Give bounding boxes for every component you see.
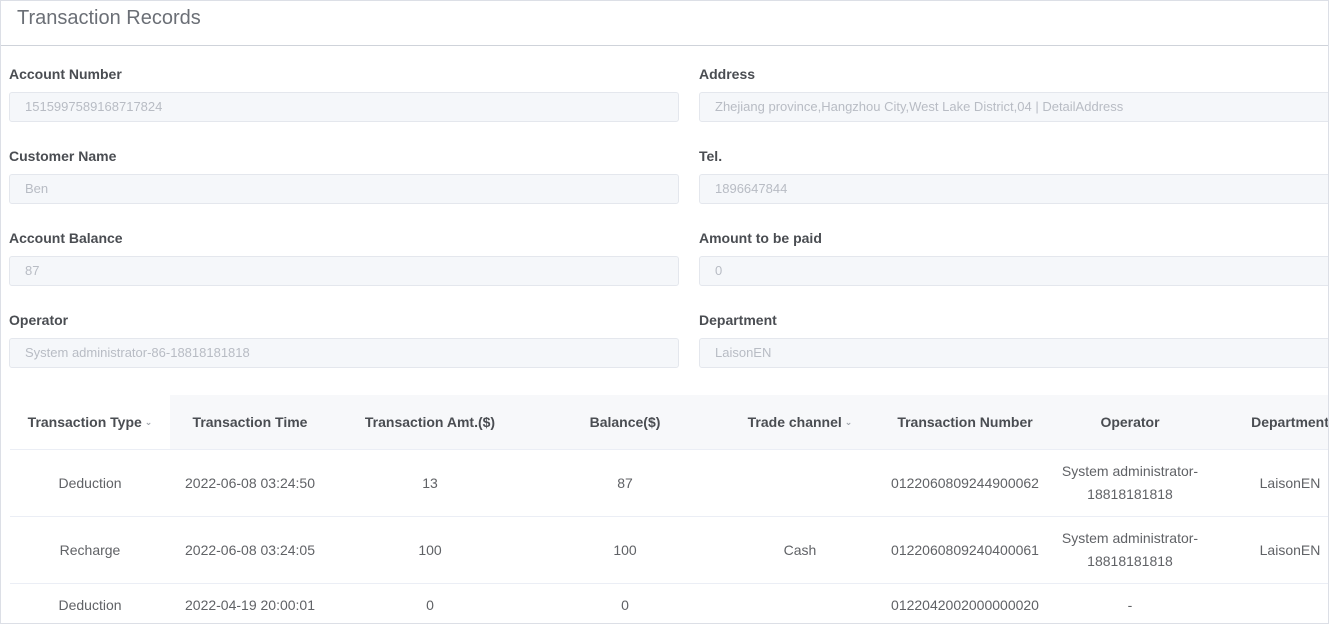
column-header-operator: Operator [1100,414,1160,430]
cell-transaction-type: Deduction [58,474,122,491]
account-balance-field[interactable]: 87 [9,256,679,286]
chevron-down-icon[interactable]: ⌄ [145,417,153,427]
cell-transaction-type: Recharge [59,541,121,558]
customer-name-label: Customer Name [9,148,117,164]
chevron-down-icon[interactable]: ⌄ [845,417,853,427]
column-header-trade-channel[interactable]: Trade channel ⌄ [720,395,880,449]
page-title: Transaction Records [17,7,201,29]
column-header-transaction-time: Transaction Time [192,414,308,430]
cell-transaction-time: 2022-06-08 03:24:50 [185,474,315,491]
cell-transaction-amount: 0 [426,597,434,613]
account-number-label: Account Number [9,66,122,82]
address-field[interactable]: Zhejiang province,Hangzhou City,West Lak… [699,92,1328,122]
department-label: Department [699,312,777,328]
operator-label: Operator [9,312,69,328]
form-row: Account Number 1515997589168717824 Addre… [9,46,1328,128]
form-row: Customer Name Ben Tel. 1896647844 [9,128,1328,210]
table-row[interactable]: Deduction 2022-06-08 03:24:50 13 87 0122… [10,450,1328,517]
cell-transaction-amount: 100 [418,541,442,558]
cell-transaction-type: Deduction [58,597,122,613]
account-number-field[interactable]: 1515997589168717824 [9,92,679,122]
cell-transaction-number: 0122042002000000020 [891,597,1039,613]
amount-to-be-paid-label: Amount to be paid [699,230,822,246]
account-balance-label: Account Balance [9,230,123,246]
tel-field[interactable]: 1896647844 [699,174,1328,204]
column-header-balance: Balance($) [589,414,661,430]
tel-label: Tel. [699,148,723,164]
transaction-table: Transaction Type ⌄ Transaction Time Trans… [10,395,1329,623]
operator-line: System administrator- [1061,463,1199,479]
cell-transaction-time: 2022-04-19 20:00:01 [185,597,315,613]
address-label: Address [699,66,756,82]
column-header-label: Trade channel [747,414,842,430]
form-row: Operator System administrator-86-1881818… [9,292,1328,374]
cell-operator: System administrator- 18818181818 [1050,450,1210,516]
cell-trade-channel [720,450,880,516]
transaction-records-panel: Transaction Records Account Number 15159… [0,0,1329,624]
cell-transaction-time: 2022-06-08 03:24:05 [185,541,315,558]
cell-balance: 0 [621,597,629,613]
account-info-form: Account Number 1515997589168717824 Addre… [9,46,1328,374]
cell-balance: 100 [613,541,637,558]
cell-transaction-amount: 13 [422,474,438,491]
operator-line: System administrator- [1061,530,1199,546]
column-header-label: Transaction Type [27,414,142,430]
cell-operator: System administrator- 18818181818 [1050,517,1210,583]
column-header-transaction-number: Transaction Number [897,414,1033,430]
table-row[interactable]: Recharge 2022-06-08 03:24:05 100 100 Cas… [10,517,1328,584]
operator-line: 18818181818 [1087,553,1173,569]
cell-department [1210,584,1328,623]
table-header: Transaction Type ⌄ Transaction Time Trans… [10,395,1329,450]
amount-to-be-paid-field[interactable]: 0 [699,256,1328,286]
operator-line: 18818181818 [1087,486,1173,502]
cell-trade-channel [720,584,880,623]
cell-department: LaisonEN [1259,541,1321,558]
form-row: Account Balance 87 Amount to be paid 0 [9,210,1328,292]
cell-trade-channel: Cash [783,541,817,558]
cell-balance: 87 [617,474,633,491]
customer-name-field[interactable]: Ben [9,174,679,204]
page-header: Transaction Records [1,1,1328,46]
table-row[interactable]: Deduction 2022-04-19 20:00:01 0 0 012204… [10,584,1328,623]
cell-transaction-number: 0122060809240400061 [891,541,1039,558]
column-header-department: Department [1251,414,1329,430]
cell-department: LaisonEN [1259,474,1321,491]
operator-field[interactable]: System administrator-86-18818181818 [9,338,679,368]
cell-operator: - [1050,584,1210,623]
column-header-transaction-type[interactable]: Transaction Type ⌄ [10,395,170,449]
department-field[interactable]: LaisonEN [699,338,1328,368]
cell-transaction-number: 0122060809244900062 [891,474,1039,491]
column-header-transaction-amount: Transaction Amt.($) [364,414,496,430]
operator-line: - [1127,597,1133,613]
